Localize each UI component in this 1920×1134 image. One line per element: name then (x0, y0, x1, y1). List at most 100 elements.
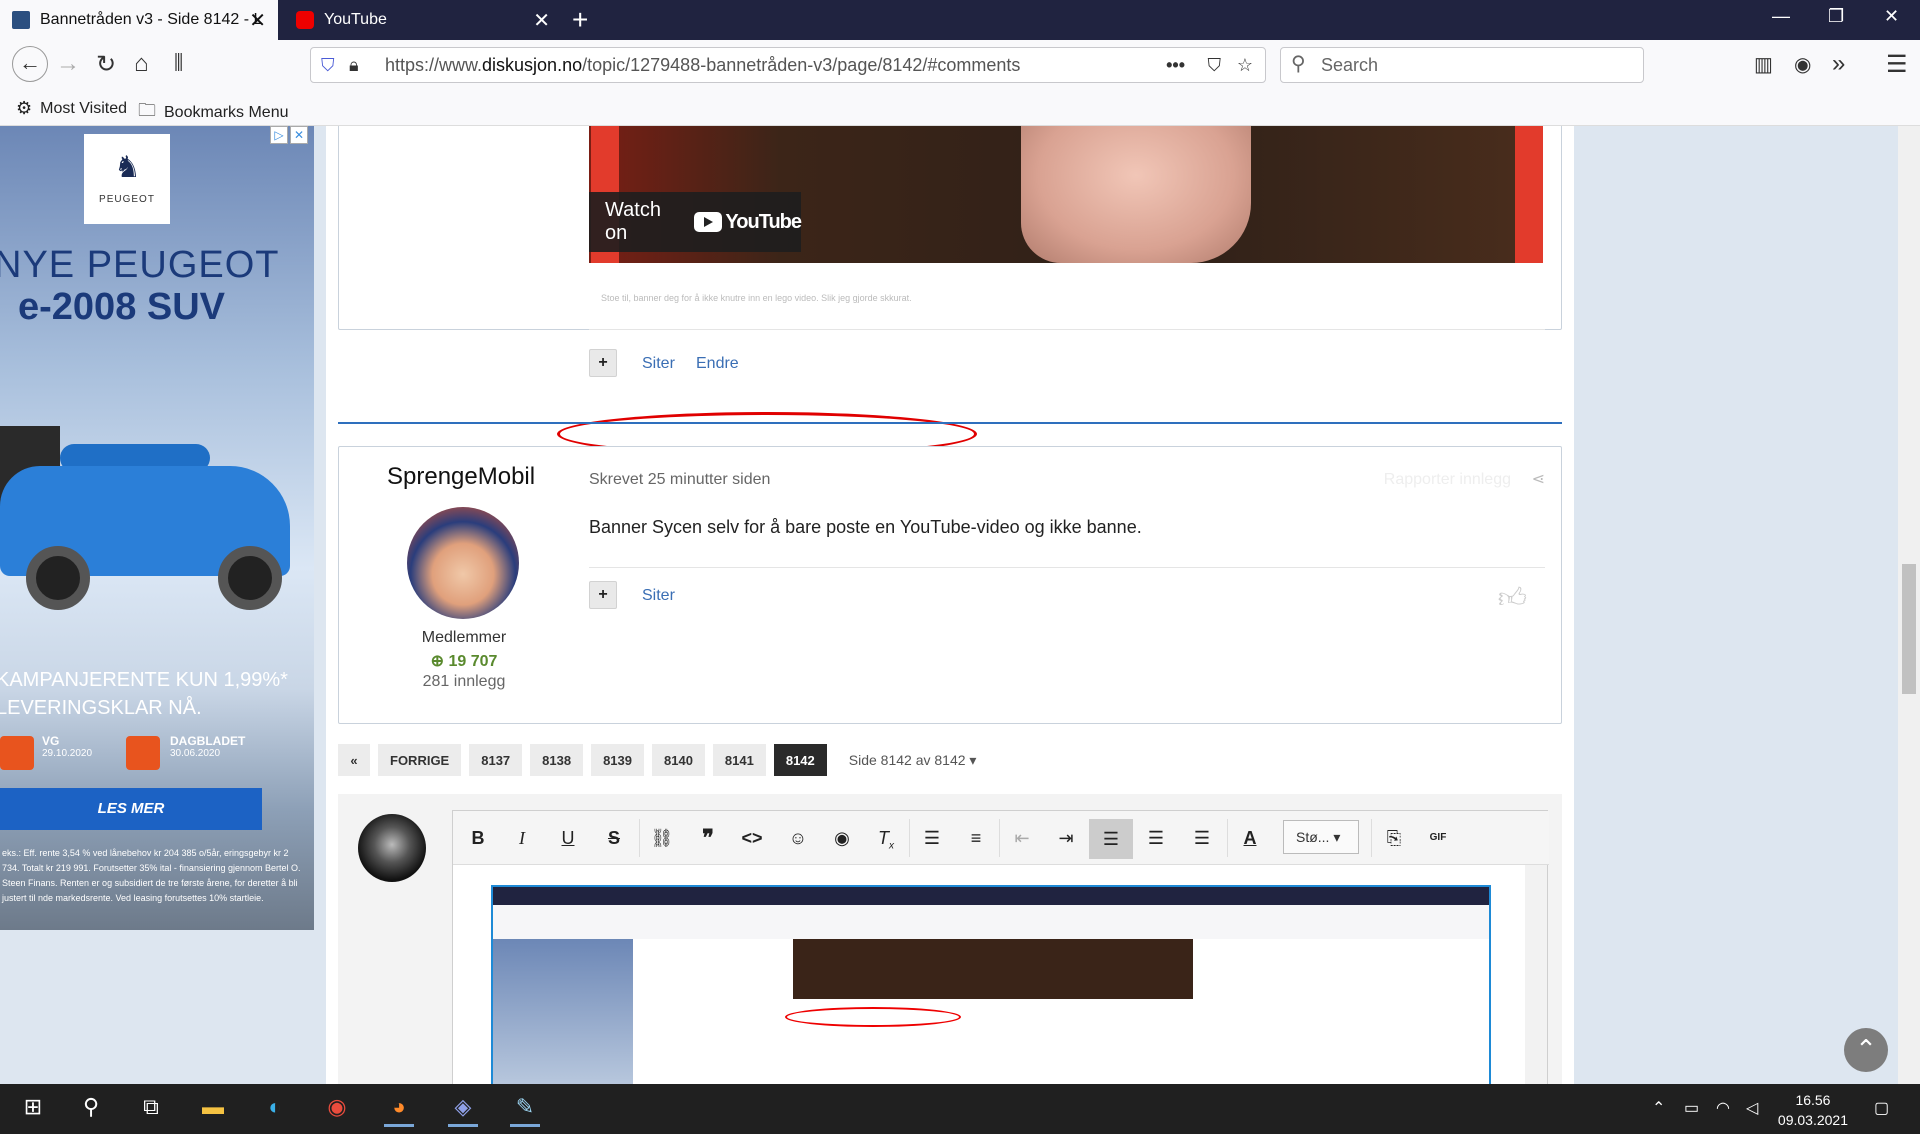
underline-icon[interactable]: U (553, 823, 583, 853)
thumbs-up-icon[interactable]: 👍︎ (1498, 581, 1527, 615)
les-mer-button[interactable]: LES MER (0, 788, 262, 830)
multiquote-plus-button[interactable]: + (589, 349, 617, 377)
pocket-icon[interactable]: ⛉ (1208, 55, 1222, 76)
page-link[interactable]: 8138 (530, 744, 584, 776)
search-input[interactable]: ⚲ Search (1280, 47, 1644, 83)
text-color-icon[interactable]: A (1235, 823, 1265, 853)
minimize-icon[interactable]: — (1772, 6, 1790, 27)
preview-icon[interactable]: ⎘ (1379, 823, 1409, 853)
library-icon[interactable]: ⫼ (174, 52, 183, 75)
link-icon[interactable]: ⛓ (647, 823, 677, 853)
bookmark-menu[interactable]: 🗀 Bookmarks Menu (138, 98, 289, 128)
watch-on-youtube-button[interactable]: Watch on YouTube (589, 192, 802, 252)
avatar[interactable] (407, 507, 519, 619)
advertisement[interactable]: ▷ ✕ ♞ PEUGEOT NYE PEUGEOT e-2008 SUV KAMP… (0, 126, 314, 930)
align-left-icon[interactable]: ☰ (1089, 819, 1133, 859)
toolbar-divider (909, 819, 910, 857)
overflow-icon[interactable]: » (1832, 50, 1845, 78)
italic-icon[interactable]: I (507, 823, 537, 853)
wifi-icon[interactable]: ◠ (1716, 1098, 1730, 1118)
ad-close-icon[interactable]: ✕ (290, 126, 308, 144)
page-link[interactable]: 8139 (591, 744, 644, 776)
close-window-icon[interactable]: ✕ (1884, 6, 1899, 27)
current-page[interactable]: 8142 (773, 744, 827, 776)
divider (589, 329, 1545, 330)
gif-icon[interactable]: GIF (1423, 823, 1453, 853)
file-explorer-icon[interactable]: ▬ (198, 1094, 228, 1120)
shield-icon[interactable]: ⛉ (321, 55, 335, 76)
account-icon[interactable]: ◉ (1794, 52, 1811, 77)
search-icon[interactable]: ⚲ (76, 1094, 106, 1120)
lock-icon[interactable]: 🔒︎ (349, 55, 359, 76)
youtube-logo: YouTube (694, 211, 802, 234)
emoji-icon[interactable]: ☺ (783, 823, 813, 853)
multiquote-plus-button[interactable]: + (589, 581, 617, 609)
discord-icon[interactable]: ◈ (448, 1094, 478, 1127)
quote-link[interactable]: Siter (642, 587, 675, 605)
tray-chevron-icon[interactable]: ⌃ (1652, 1098, 1665, 1118)
mini-tabbar (493, 887, 1489, 905)
sidebar-icon[interactable]: ▥ (1754, 52, 1773, 77)
share-icon[interactable]: ⋖ (1532, 469, 1545, 489)
youtube-embed[interactable]: Watch on YouTube (589, 126, 1543, 263)
rich-text-editor[interactable]: B I U S ⛓ ❞ <> ☺ ◉ Tx ☰ ≡ ⇤ ⇥ ☰ ☰ ☰ A St… (452, 810, 1549, 1084)
ad-headline: NYE PEUGEOT (0, 244, 280, 286)
spoiler-eye-icon[interactable]: ◉ (827, 823, 857, 853)
address-bar[interactable]: ⛉ 🔒︎ https://www.diskusjon.no/topic/1279… (310, 47, 1266, 83)
edge-icon[interactable]: ◐ (260, 1094, 290, 1120)
previous-page-button[interactable]: FORRIGE (378, 744, 462, 776)
reload-icon[interactable]: ↻ (96, 50, 116, 79)
windows-start-icon[interactable]: ⊞ (18, 1094, 48, 1120)
page-actions-icon[interactable]: ••• (1166, 55, 1185, 76)
bold-icon[interactable]: B (463, 823, 493, 853)
outdent-icon[interactable]: ⇤ (1007, 823, 1037, 853)
page-link[interactable]: 8137 (469, 744, 523, 776)
paint-icon[interactable]: ✎ (510, 1094, 540, 1127)
battery-icon[interactable]: ▭ (1684, 1098, 1699, 1118)
edit-link[interactable]: Endre (696, 355, 739, 373)
numbered-list-icon[interactable]: ≡ (961, 823, 991, 853)
scroll-to-top-icon[interactable]: ⌃ (1844, 1028, 1888, 1072)
scrollbar-thumb[interactable] (1902, 564, 1916, 694)
new-tab-icon[interactable]: + (572, 4, 588, 36)
font-size-select[interactable]: Stø... ▾ (1283, 820, 1359, 854)
system-clock[interactable]: 16.56 09.03.2021 (1778, 1090, 1848, 1130)
tab-bannetraden[interactable]: Bannetråden v3 - Side 8142 - L ✕ (0, 0, 278, 40)
clear-format-icon[interactable]: Tx (871, 823, 901, 853)
align-right-icon[interactable]: ☰ (1187, 823, 1217, 853)
notifications-icon[interactable]: ▢ (1874, 1098, 1889, 1118)
first-page-button[interactable]: « (338, 744, 370, 776)
author-name[interactable]: SprengeMobil (387, 463, 535, 491)
chrome-icon[interactable]: ◉ (322, 1094, 352, 1120)
task-view-icon[interactable]: ⧉ (136, 1094, 166, 1120)
home-icon[interactable]: ⌂ (134, 50, 149, 78)
align-center-icon[interactable]: ☰ (1141, 823, 1171, 853)
adchoices-icon[interactable]: ▷ (270, 126, 288, 144)
firefox-icon[interactable]: ◕ (384, 1094, 414, 1127)
close-tab-icon[interactable]: ✕ (249, 8, 266, 33)
back-icon[interactable]: ← (12, 46, 48, 82)
quote-link[interactable]: Siter (642, 355, 675, 373)
tab-bar: Bannetråden v3 - Side 8142 - L ✕ YouTube… (0, 0, 1920, 40)
bookmark-most-visited[interactable]: ⚙ Most Visited (16, 98, 127, 119)
forward-icon[interactable]: → (56, 50, 80, 78)
page-link[interactable]: 8140 (652, 744, 705, 776)
page-scrollbar[interactable] (1898, 126, 1920, 1084)
post-timestamp: Skrevet 25 minutter siden (589, 471, 771, 488)
menu-icon[interactable]: ☰ (1886, 50, 1908, 79)
restore-icon[interactable]: ❐ (1828, 6, 1844, 27)
bookmark-star-icon[interactable]: ☆ (1237, 55, 1253, 76)
report-link[interactable]: Rapporter innlegg (1384, 471, 1511, 489)
page-jump-dropdown[interactable]: Side 8142 av 8142 ▾ (849, 752, 977, 769)
code-icon[interactable]: <> (737, 823, 767, 853)
quote-icon[interactable]: ❞ (693, 823, 723, 853)
bullet-list-icon[interactable]: ☰ (917, 823, 947, 853)
page-link[interactable]: 8141 (712, 744, 766, 776)
close-tab-icon[interactable]: ✕ (533, 8, 550, 33)
new-posts-divider (338, 422, 1562, 424)
indent-icon[interactable]: ⇥ (1051, 823, 1081, 853)
tab-youtube[interactable]: YouTube ✕ (284, 0, 562, 40)
strikethrough-icon[interactable]: S (599, 823, 629, 853)
editor-scrollbar[interactable] (1525, 865, 1547, 1084)
volume-icon[interactable]: ◁ (1746, 1098, 1758, 1118)
